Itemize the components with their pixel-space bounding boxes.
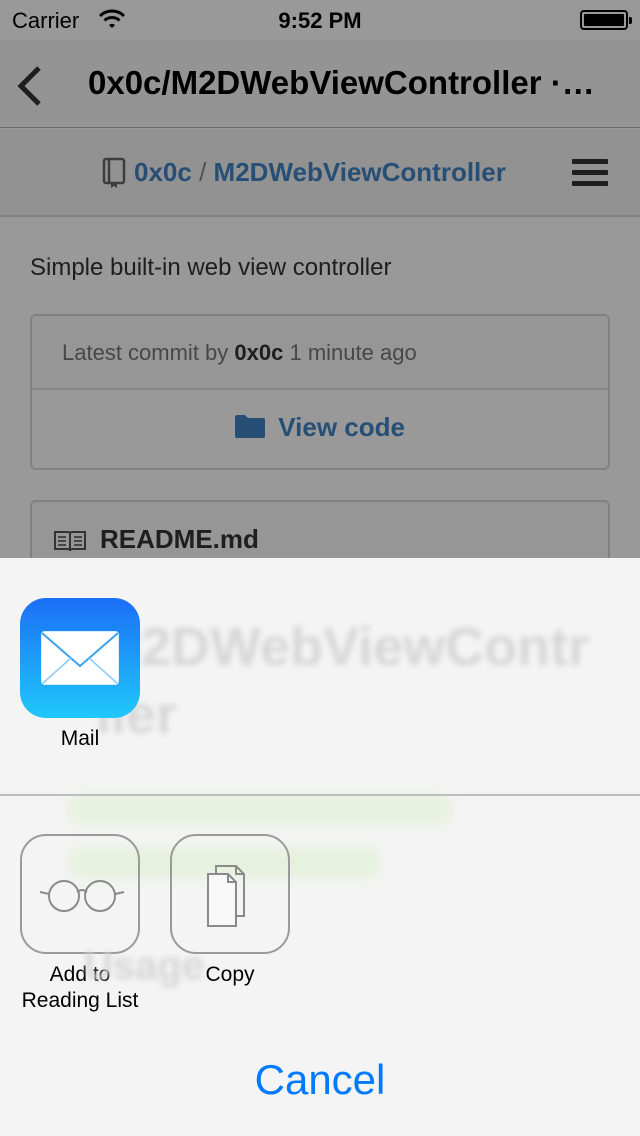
- mail-icon: [41, 631, 119, 685]
- share-item-mail[interactable]: Mail: [5, 598, 155, 752]
- mail-app-tile[interactable]: [20, 598, 140, 718]
- cancel-button[interactable]: Cancel: [255, 1056, 386, 1104]
- reading-list-tile[interactable]: [20, 834, 140, 954]
- copy-tile[interactable]: [170, 834, 290, 954]
- glasses-icon: [39, 880, 125, 912]
- share-sheet: M2DWebViewContr ller Mail Add to Reading…: [0, 558, 640, 1136]
- mail-label: Mail: [60, 727, 100, 750]
- actions-row: Add to Reading List Copy: [0, 796, 640, 1026]
- reading-list-label-line2: Reading List: [21, 989, 139, 1012]
- copy-documents-icon: [207, 865, 245, 927]
- share-targets-row: Mail: [0, 558, 640, 794]
- blurred-background-text: Usage: [84, 944, 205, 988]
- cancel-area: Cancel: [0, 1026, 640, 1136]
